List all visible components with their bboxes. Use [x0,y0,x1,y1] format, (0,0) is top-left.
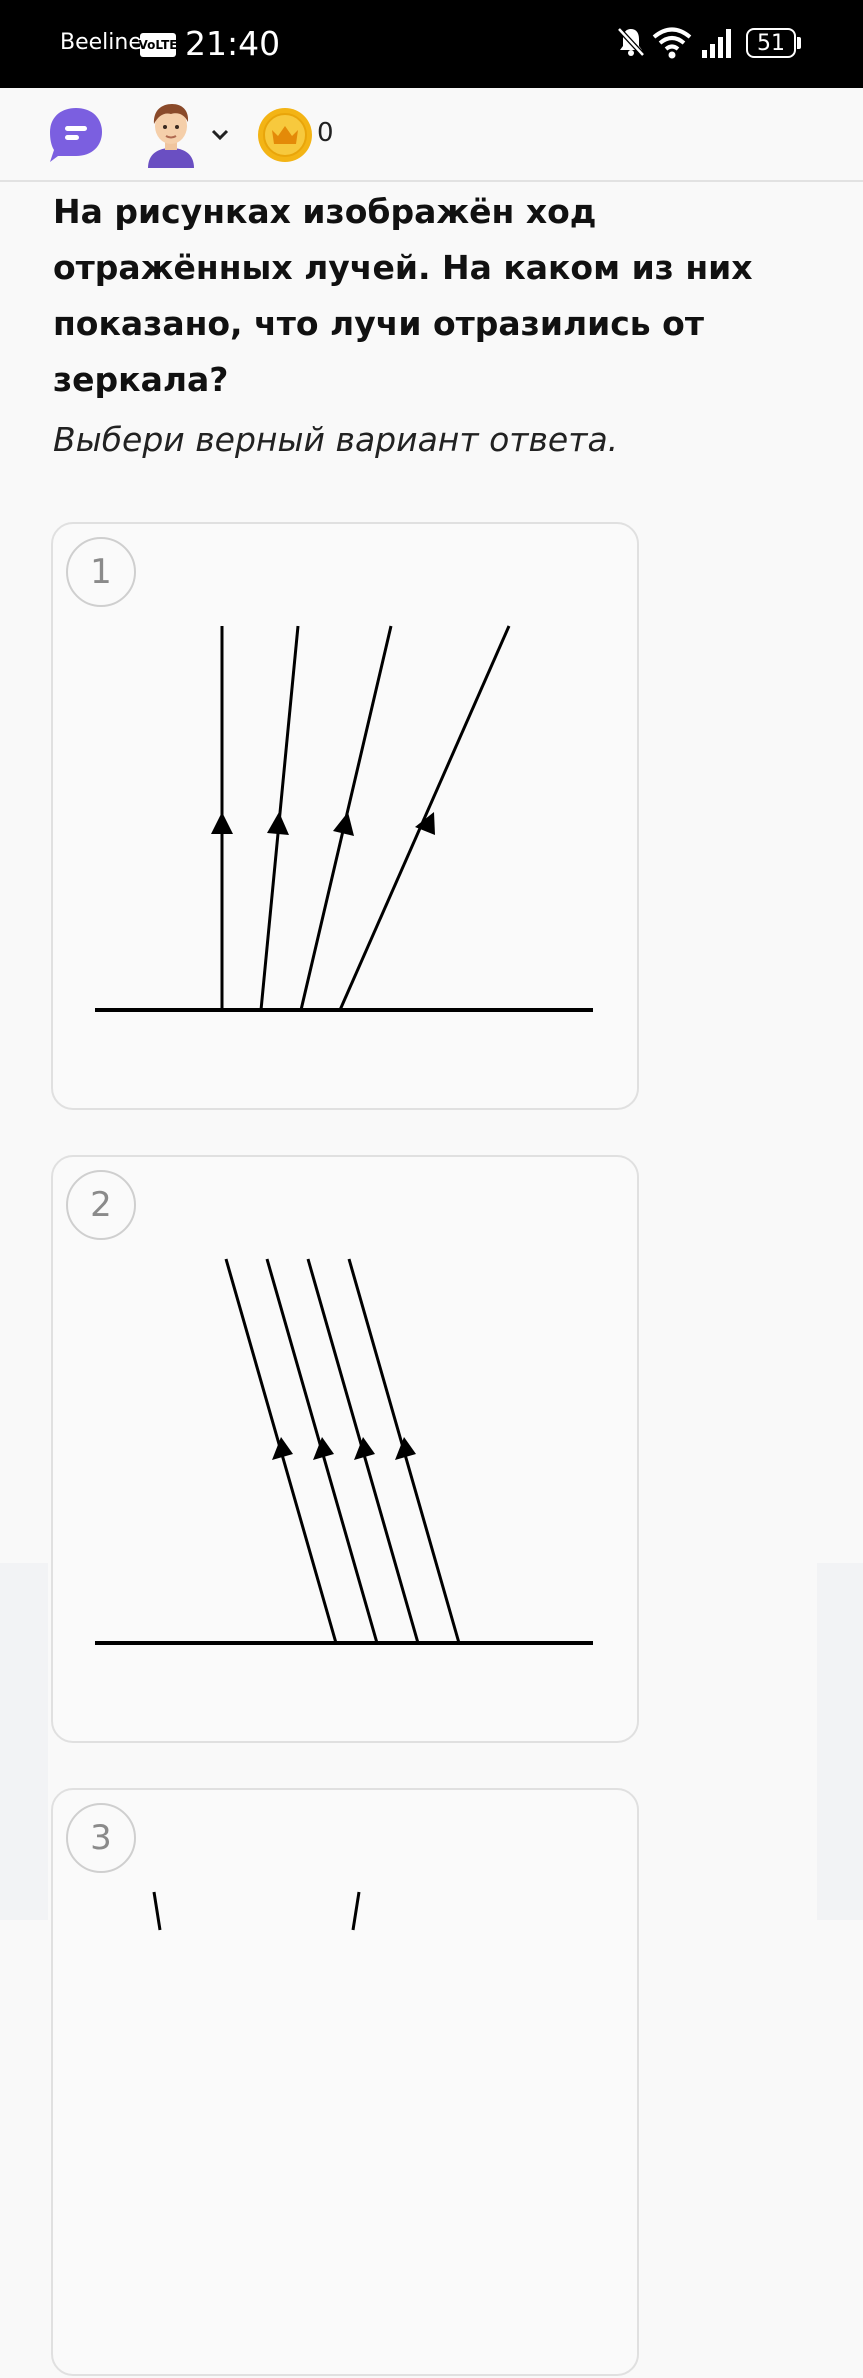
signal-icon [702,29,731,58]
avatar[interactable] [142,100,200,170]
battery-tip [797,37,801,49]
question-text: На рисунках изображён ход отражённых луч… [53,192,753,399]
answer-option-3[interactable]: 3 [51,1788,639,2376]
coin-count: 0 [317,118,334,148]
app-header: 0 [0,88,863,182]
ray-2-arrow [313,1437,334,1460]
instruction-text: Выбери верный вариант ответа. [53,420,619,459]
option-2-diagram [95,1258,593,1645]
volte-badge: VoLTE [139,33,177,57]
answer-option-1[interactable]: 1 [51,522,639,1110]
wifi-icon [652,27,692,59]
ray-4 [338,625,511,1011]
ray-3-arrow [333,812,354,836]
battery-level: 51 [757,30,785,56]
ray-1-arrow [211,812,233,834]
ray-3-arrow [354,1437,375,1460]
ray-1-arrow [272,1437,293,1460]
status-bar: Beeline VoLTE 21:40 51 [0,0,863,88]
ray-4-arrow [395,1437,416,1460]
background-panel-left [0,1563,48,1920]
answer-option-2[interactable]: 2 [51,1155,639,1743]
battery-icon: 51 [746,28,796,58]
option-1-diagram [95,625,593,1012]
chevron-down-icon[interactable] [210,128,230,142]
status-clock: 21:40 [185,24,281,63]
ray-2 [351,1891,361,1931]
bell-off-icon [617,27,645,57]
crown-coin-icon[interactable] [256,106,314,164]
carrier-name: Beeline [60,30,142,55]
ray-2-arrow [267,812,289,835]
background-panel-right [817,1563,863,1920]
chat-icon[interactable] [46,106,106,164]
ray-1 [152,1891,162,1931]
option-3-diagram [152,1891,361,1931]
